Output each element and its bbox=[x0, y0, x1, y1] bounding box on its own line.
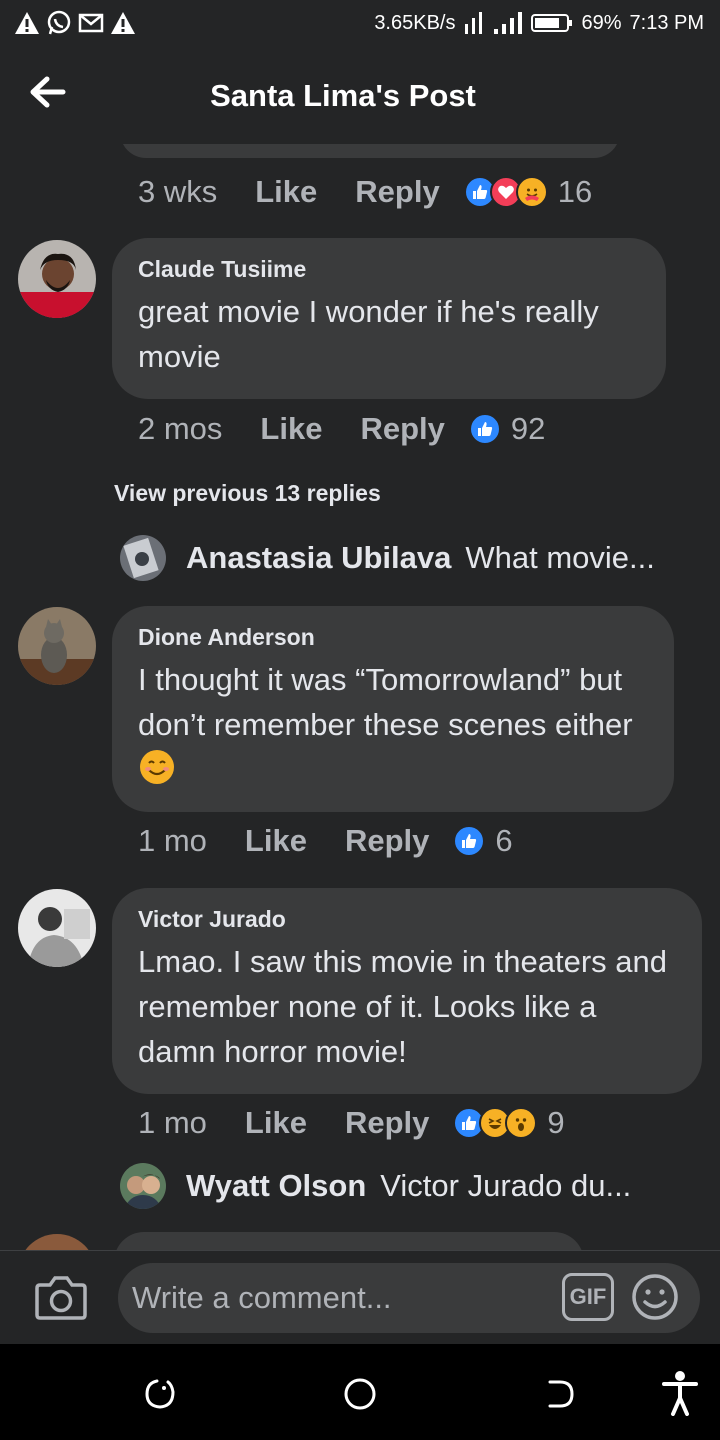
reply-button[interactable]: Reply bbox=[360, 411, 444, 447]
alert-icon bbox=[15, 12, 39, 34]
comment-text: I thought it was “Tomorrowland” but don’… bbox=[138, 657, 648, 792]
like-button[interactable]: Like bbox=[255, 174, 317, 210]
comment-text: Lmao. I saw this movie in theaters and r… bbox=[138, 944, 667, 1069]
view-previous-replies[interactable]: View previous 13 replies bbox=[114, 480, 381, 507]
avatar[interactable] bbox=[18, 240, 96, 318]
page-title: Santa Lima's Post bbox=[210, 78, 476, 113]
comment-meta: 1 mo Like Reply 6 bbox=[138, 823, 513, 859]
network-speed: 3.65KB/s bbox=[374, 11, 456, 34]
like-button[interactable]: Like bbox=[245, 1105, 307, 1141]
previous-comment-bubble bbox=[120, 144, 620, 158]
system-navigation-bar bbox=[0, 1344, 720, 1440]
reaction-count: 92 bbox=[510, 411, 546, 446]
like-button[interactable]: Like bbox=[260, 411, 322, 447]
reply-author: Anastasia Ubilava bbox=[186, 540, 452, 575]
avatar[interactable] bbox=[18, 889, 96, 967]
clock: 7:13 PM bbox=[629, 11, 704, 34]
smiley-icon bbox=[632, 1274, 678, 1320]
home-circle-icon bbox=[344, 1378, 376, 1410]
reply-preview[interactable]: Wyatt Olson Victor Jurado du... bbox=[120, 1163, 631, 1209]
reaction-summary[interactable] bbox=[453, 1107, 538, 1139]
comment-bubble[interactable]: Victor Jurado Lmao. I saw this movie in … bbox=[112, 888, 702, 1094]
comment-composer: GIF bbox=[0, 1250, 720, 1344]
back-nav-icon bbox=[548, 1380, 574, 1408]
cell-signal-icon bbox=[494, 12, 523, 34]
post-header: Santa Lima's Post bbox=[0, 50, 720, 144]
reaction-count: 16 bbox=[557, 174, 593, 209]
comment-meta: 2 mos Like Reply 92 bbox=[138, 411, 545, 447]
comment-input-container: GIF bbox=[118, 1263, 700, 1333]
reply-text: Victor Jurado du... bbox=[380, 1168, 632, 1203]
reply-author: Wyatt Olson bbox=[186, 1168, 367, 1203]
data-signal-icon bbox=[465, 12, 483, 34]
wow-reaction-icon bbox=[505, 1107, 538, 1139]
system-status: 3.65KB/s 69% 7:13 PM bbox=[374, 10, 704, 36]
home-button[interactable] bbox=[340, 1374, 380, 1414]
comment-input[interactable] bbox=[132, 1263, 552, 1333]
reply-button[interactable]: Reply bbox=[355, 174, 439, 210]
comments-list[interactable]: 3 wks Like Reply 16 Claude Tusiime great… bbox=[0, 144, 720, 1250]
comment-bubble[interactable] bbox=[114, 1232, 584, 1250]
alert-icon bbox=[111, 12, 135, 34]
reaction-count: 9 bbox=[547, 1105, 565, 1140]
comment-author[interactable]: Claude Tusiime bbox=[138, 256, 640, 283]
care-reaction-icon bbox=[515, 176, 548, 208]
back-nav-button[interactable] bbox=[540, 1374, 580, 1414]
like-button[interactable]: Like bbox=[245, 823, 307, 859]
comment-time: 3 wks bbox=[138, 174, 218, 209]
status-bar: 3.65KB/s 69% 7:13 PM bbox=[0, 0, 720, 50]
like-reaction-icon bbox=[453, 825, 486, 857]
reply-button[interactable]: Reply bbox=[345, 823, 429, 859]
gmail-icon bbox=[78, 13, 104, 33]
whatsapp-icon bbox=[47, 10, 71, 35]
comment-meta: 1 mo Like Reply 9 bbox=[138, 1105, 565, 1141]
comment-bubble[interactable]: Claude Tusiime great movie I wonder if h… bbox=[112, 238, 666, 399]
battery-percent: 69% bbox=[581, 11, 622, 34]
gif-button[interactable]: GIF bbox=[562, 1273, 614, 1321]
avatar[interactable] bbox=[18, 1234, 96, 1250]
reply-button[interactable]: Reply bbox=[345, 1105, 429, 1141]
recent-apps-button[interactable] bbox=[140, 1374, 180, 1414]
comment-time: 1 mo bbox=[138, 823, 207, 858]
comment-text: great movie I wonder if he's really movi… bbox=[138, 294, 599, 374]
accessibility-icon bbox=[662, 1371, 698, 1416]
battery-icon bbox=[531, 14, 573, 32]
comment-author[interactable]: Dione Anderson bbox=[138, 624, 648, 651]
avatar[interactable] bbox=[18, 607, 96, 685]
notification-icons bbox=[14, 10, 136, 36]
comment-author[interactable]: Victor Jurado bbox=[138, 906, 676, 933]
comment-time: 1 mo bbox=[138, 1105, 207, 1140]
comment-time: 2 mos bbox=[138, 411, 223, 446]
avatar bbox=[120, 1163, 166, 1209]
smiling-emoji-icon bbox=[140, 750, 174, 784]
reaction-summary[interactable] bbox=[463, 176, 548, 208]
comment-meta: 3 wks Like Reply 16 bbox=[138, 174, 592, 210]
accessibility-button[interactable] bbox=[660, 1370, 704, 1418]
like-reaction-icon bbox=[468, 413, 501, 445]
recent-apps-icon bbox=[145, 1379, 175, 1409]
reaction-count: 6 bbox=[495, 823, 513, 858]
reaction-summary[interactable] bbox=[453, 825, 486, 857]
comment-text-content: I thought it was “Tomorrowland” but don’… bbox=[138, 662, 633, 742]
reply-text: What movie... bbox=[465, 540, 655, 575]
reaction-summary[interactable] bbox=[468, 413, 501, 445]
camera-button[interactable] bbox=[34, 1273, 88, 1321]
comment-bubble[interactable]: Dione Anderson I thought it was “Tomorro… bbox=[112, 606, 674, 812]
avatar bbox=[120, 535, 166, 581]
camera-icon bbox=[35, 1276, 87, 1320]
sticker-button[interactable] bbox=[630, 1272, 680, 1322]
reply-preview[interactable]: Anastasia Ubilava What movie... bbox=[120, 535, 655, 581]
